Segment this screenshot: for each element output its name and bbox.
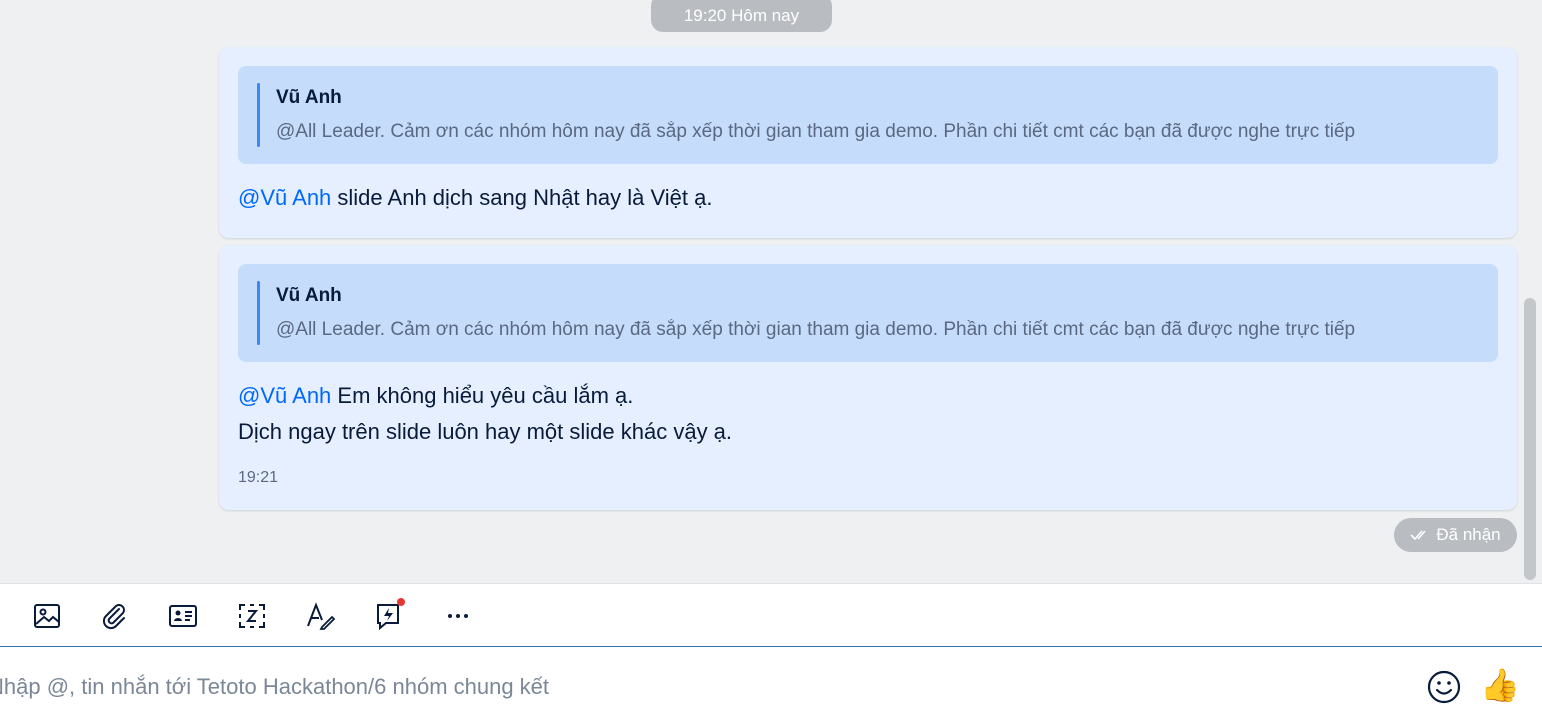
thumbs-up-button[interactable]: 👍 — [1480, 665, 1520, 705]
message-time: 19:21 — [238, 469, 279, 486]
image-icon — [34, 604, 60, 628]
quick-message-button[interactable] — [370, 596, 410, 636]
send-contact-button[interactable] — [163, 596, 203, 636]
quote-bar — [257, 281, 260, 345]
date-divider: 19:20 Hôm nay — [651, 0, 832, 32]
more-icon — [448, 614, 468, 618]
attach-file-button[interactable] — [94, 596, 134, 636]
quoted-message[interactable]: Vũ Anh @All Leader. Cảm ơn các nhóm hôm … — [238, 66, 1498, 164]
screenshot-button[interactable] — [232, 596, 272, 636]
message-line: Em không hiểu yêu cầu lắm ạ. — [331, 383, 634, 408]
text-format-icon — [307, 602, 336, 630]
message-bubble[interactable]: Vũ Anh @All Leader. Cảm ơn các nhóm hôm … — [219, 245, 1517, 510]
quote-text: @All Leader. Cảm ơn các nhóm hôm nay đã … — [276, 121, 1356, 142]
composer-toolbar — [0, 583, 1542, 647]
quote-author: Vũ Anh — [276, 285, 342, 306]
message-input[interactable] — [0, 667, 1380, 707]
send-image-button[interactable] — [27, 596, 67, 636]
paperclip-icon — [102, 604, 125, 630]
thumbs-up-icon: 👍 — [1480, 667, 1520, 703]
contact-card-icon — [169, 605, 197, 627]
mention-link[interactable]: @Vũ Anh — [238, 383, 331, 408]
quoted-message[interactable]: Vũ Anh @All Leader. Cảm ơn các nhóm hôm … — [238, 264, 1498, 362]
screenshot-icon — [239, 604, 265, 628]
quote-bar — [257, 83, 260, 147]
double-check-icon — [1410, 530, 1426, 541]
quote-author: Vũ Anh — [276, 87, 342, 108]
message-bubble[interactable]: Vũ Anh @All Leader. Cảm ơn các nhóm hôm … — [219, 47, 1517, 238]
delivery-status: Đã nhận — [1394, 518, 1517, 552]
mention-link[interactable]: @Vũ Anh — [238, 185, 331, 210]
message-text: @Vũ Anh Em không hiểu yêu cầu lắm ạ. — [238, 383, 633, 409]
chat-area: 19:20 Hôm nay Vũ Anh @All Leader. Cảm ơn… — [0, 0, 1542, 583]
quote-text: @All Leader. Cảm ơn các nhóm hôm nay đã … — [276, 319, 1356, 340]
scrollbar[interactable] — [1524, 298, 1536, 580]
message-text: @Vũ Anh slide Anh dịch sang Nhật hay là … — [238, 185, 712, 211]
text-format-button[interactable] — [300, 596, 340, 636]
message-composer: 👍 — [0, 647, 1542, 725]
message-line-2: Dịch ngay trên slide luôn hay một slide … — [238, 419, 733, 444]
emoji-button[interactable] — [1424, 667, 1464, 707]
emoji-icon — [1427, 670, 1461, 704]
delivery-status-label: Đã nhận — [1436, 525, 1501, 544]
notification-dot — [397, 598, 405, 606]
more-options-button[interactable] — [438, 596, 478, 636]
message-line: slide Anh dịch sang Nhật hay là Việt ạ. — [331, 185, 713, 210]
